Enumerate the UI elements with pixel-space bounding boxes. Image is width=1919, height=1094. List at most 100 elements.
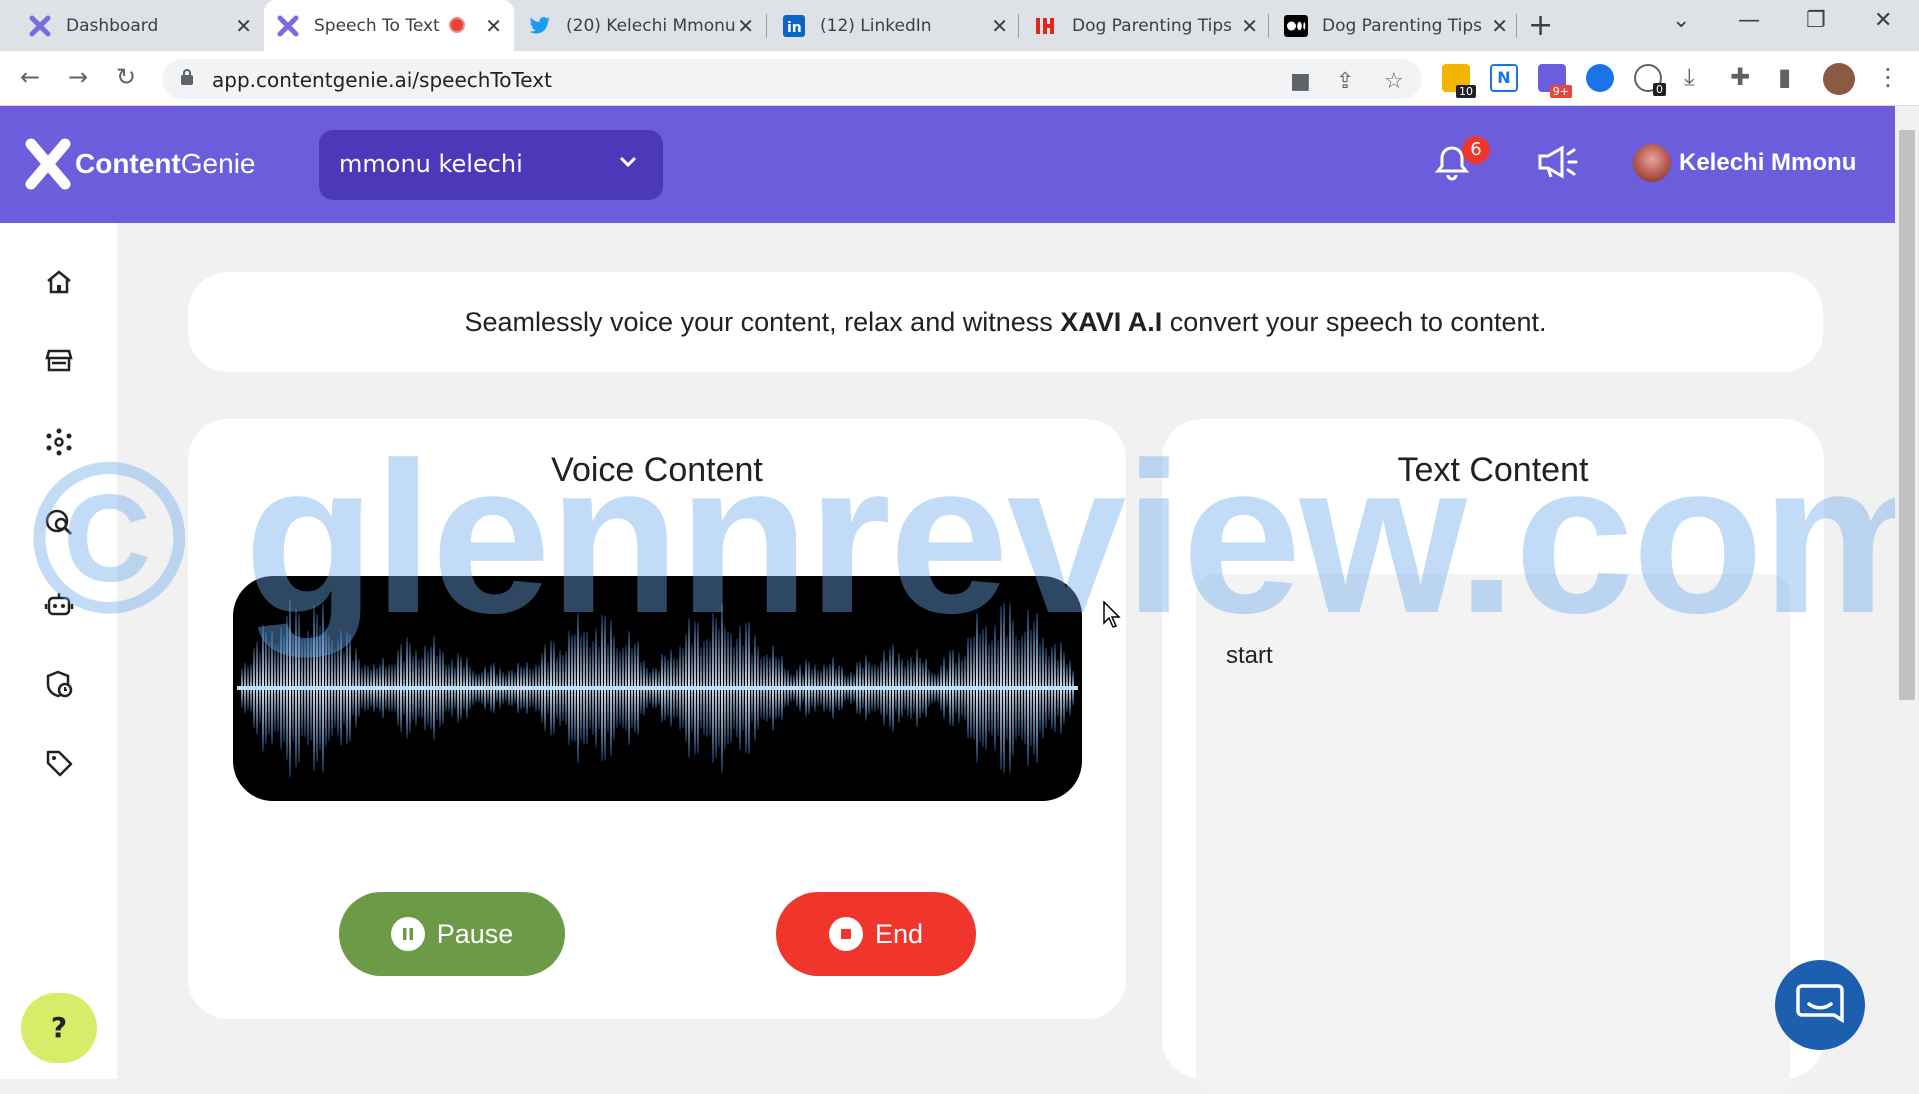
- new-tab-button[interactable]: +: [1528, 8, 1553, 43]
- end-label: End: [874, 918, 924, 949]
- minimize-icon[interactable]: —: [1738, 8, 1760, 33]
- forward-arrow-icon[interactable]: →: [68, 63, 88, 91]
- close-icon[interactable]: ✕: [1491, 14, 1508, 38]
- tab-separator: [1018, 14, 1019, 38]
- waveform-centerline: [237, 686, 1078, 690]
- share-icon[interactable]: ⇪: [1336, 69, 1354, 94]
- page-scrollbar[interactable]: [1895, 106, 1919, 1079]
- tab-search-chevron-icon[interactable]: ⌄: [1672, 8, 1690, 33]
- extension-sparkle-icon[interactable]: 9+: [1538, 64, 1572, 98]
- browser-toolbar: ← → ↻ app.contentgenie.ai/speechToText ■…: [0, 51, 1919, 106]
- tab-dog-parenting-1[interactable]: Dog Parenting Tips ✕: [1022, 0, 1270, 51]
- tab-separator: [1516, 14, 1517, 38]
- tab-label: Dashboard: [66, 15, 159, 36]
- close-icon[interactable]: ✕: [737, 14, 754, 38]
- end-button[interactable]: End: [776, 892, 976, 976]
- close-icon[interactable]: ✕: [1241, 14, 1258, 38]
- extension-calendar-icon[interactable]: 10: [1442, 64, 1476, 98]
- camera-icon[interactable]: ■: [1290, 69, 1311, 94]
- shield-clock-icon[interactable]: [44, 669, 74, 699]
- tab-linkedin[interactable]: in (12) LinkedIn ✕: [770, 0, 1020, 51]
- notification-badge: 6: [1462, 136, 1490, 164]
- extension-s-icon[interactable]: [1586, 64, 1614, 92]
- tab-label: Dog Parenting Tips: [1322, 15, 1483, 36]
- sidebar: [0, 223, 117, 1079]
- tab-label: (12) LinkedIn: [820, 15, 932, 36]
- workspace-selector[interactable]: mmonu kelechi: [319, 130, 663, 200]
- address-bar[interactable]: app.contentgenie.ai/speechToText ■ ⇪ ☆: [162, 59, 1422, 99]
- home-icon[interactable]: [44, 267, 74, 297]
- mouse-cursor-icon: [1103, 601, 1121, 628]
- reload-icon[interactable]: ↻: [116, 63, 136, 91]
- window-close-icon[interactable]: ✕: [1874, 8, 1892, 33]
- text-content-card: Text Content start: [1162, 419, 1824, 1094]
- voice-content-card: Voice Content Pause End: [188, 419, 1126, 1019]
- tag-icon[interactable]: [44, 748, 74, 778]
- audio-waveform: [233, 576, 1082, 801]
- logo-text: ContentGenie: [75, 148, 256, 179]
- puzzle-extensions-icon[interactable]: ✚: [1730, 63, 1750, 91]
- back-arrow-icon[interactable]: ←: [20, 63, 40, 91]
- megaphone-icon[interactable]: [1536, 144, 1580, 180]
- voice-content-title: Voice Content: [551, 451, 763, 489]
- tab-separator: [766, 14, 767, 38]
- medium-icon: [1284, 14, 1308, 38]
- workspace-name: mmonu kelechi: [339, 150, 523, 178]
- intro-banner: Seamlessly voice your content, relax and…: [188, 272, 1823, 372]
- tab-dog-parenting-2[interactable]: Dog Parenting Tips ✕: [1272, 0, 1520, 51]
- tab-label: Speech To Text: [314, 15, 440, 36]
- contentgenie-logo[interactable]: ContentGenie: [25, 138, 255, 190]
- banner-text: Seamlessly voice your content, relax and…: [464, 307, 1061, 337]
- banner-text-end: convert your speech to content.: [1162, 307, 1547, 337]
- ih-logo-icon: [1034, 14, 1058, 38]
- url-text: app.contentgenie.ai/speechToText: [212, 68, 552, 92]
- twitter-icon: [528, 14, 552, 38]
- robot-icon[interactable]: [44, 589, 74, 619]
- tab-separator: [1268, 14, 1269, 38]
- browser-tab-strip: Dashboard ✕ Speech To Text ✕ (20) Kelech…: [0, 0, 1919, 51]
- contentgenie-favicon-icon: [28, 14, 52, 38]
- user-avatar: [1633, 144, 1671, 182]
- store-icon[interactable]: [44, 345, 74, 375]
- contentgenie-favicon-icon: [276, 14, 300, 38]
- close-icon[interactable]: ✕: [235, 14, 252, 38]
- user-name: Kelechi Mmonu: [1679, 149, 1857, 176]
- app-header: ContentGenie mmonu kelechi 6 Kelechi Mmo…: [0, 106, 1895, 223]
- linkedin-icon: in: [782, 14, 806, 38]
- waveform-graphic: [237, 599, 1078, 777]
- pause-button[interactable]: Pause: [339, 892, 565, 976]
- tab-dashboard[interactable]: Dashboard ✕: [16, 0, 264, 51]
- transcript-area[interactable]: start: [1196, 574, 1790, 1094]
- restore-icon[interactable]: ❐: [1806, 8, 1826, 33]
- help-button[interactable]: ?: [21, 993, 97, 1063]
- tab-label: (20) Kelechi Mmonu: [566, 15, 736, 36]
- network-icon[interactable]: [44, 427, 74, 457]
- text-content-title: Text Content: [1397, 451, 1589, 489]
- svg-text:in: in: [787, 20, 802, 36]
- side-panel-icon[interactable]: ▮: [1778, 63, 1791, 91]
- menu-kebab-icon[interactable]: ⋮: [1876, 63, 1900, 91]
- tab-twitter[interactable]: (20) Kelechi Mmonu ✕: [516, 0, 766, 51]
- pause-label: Pause: [436, 918, 514, 949]
- chat-icon: [1796, 984, 1844, 1024]
- chevron-down-icon: [619, 156, 637, 168]
- profile-avatar[interactable]: [1823, 63, 1855, 95]
- close-icon[interactable]: ✕: [485, 14, 502, 38]
- transcript-text: start: [1226, 642, 1273, 669]
- stop-icon: [828, 917, 863, 951]
- brand-name: XAVI A.I: [1060, 307, 1163, 337]
- logo-mark-icon: [25, 138, 71, 190]
- bookmark-star-icon[interactable]: ☆: [1384, 69, 1404, 94]
- user-menu[interactable]: Kelechi Mmonu: [1633, 144, 1856, 182]
- lock-icon: [181, 69, 193, 85]
- tab-label: Dog Parenting Tips: [1072, 15, 1233, 36]
- close-icon[interactable]: ✕: [991, 14, 1008, 38]
- chat-launcher-button[interactable]: [1775, 960, 1865, 1050]
- scrollbar-thumb[interactable]: [1899, 130, 1915, 700]
- extension-link-icon[interactable]: 0: [1634, 64, 1666, 96]
- recording-indicator-icon: [449, 17, 465, 33]
- extension-n-icon[interactable]: N: [1490, 64, 1518, 92]
- download-icon[interactable]: ⤓: [1684, 63, 1695, 91]
- search-globe-icon[interactable]: [44, 508, 74, 538]
- tab-speech-to-text[interactable]: Speech To Text ✕: [264, 0, 514, 51]
